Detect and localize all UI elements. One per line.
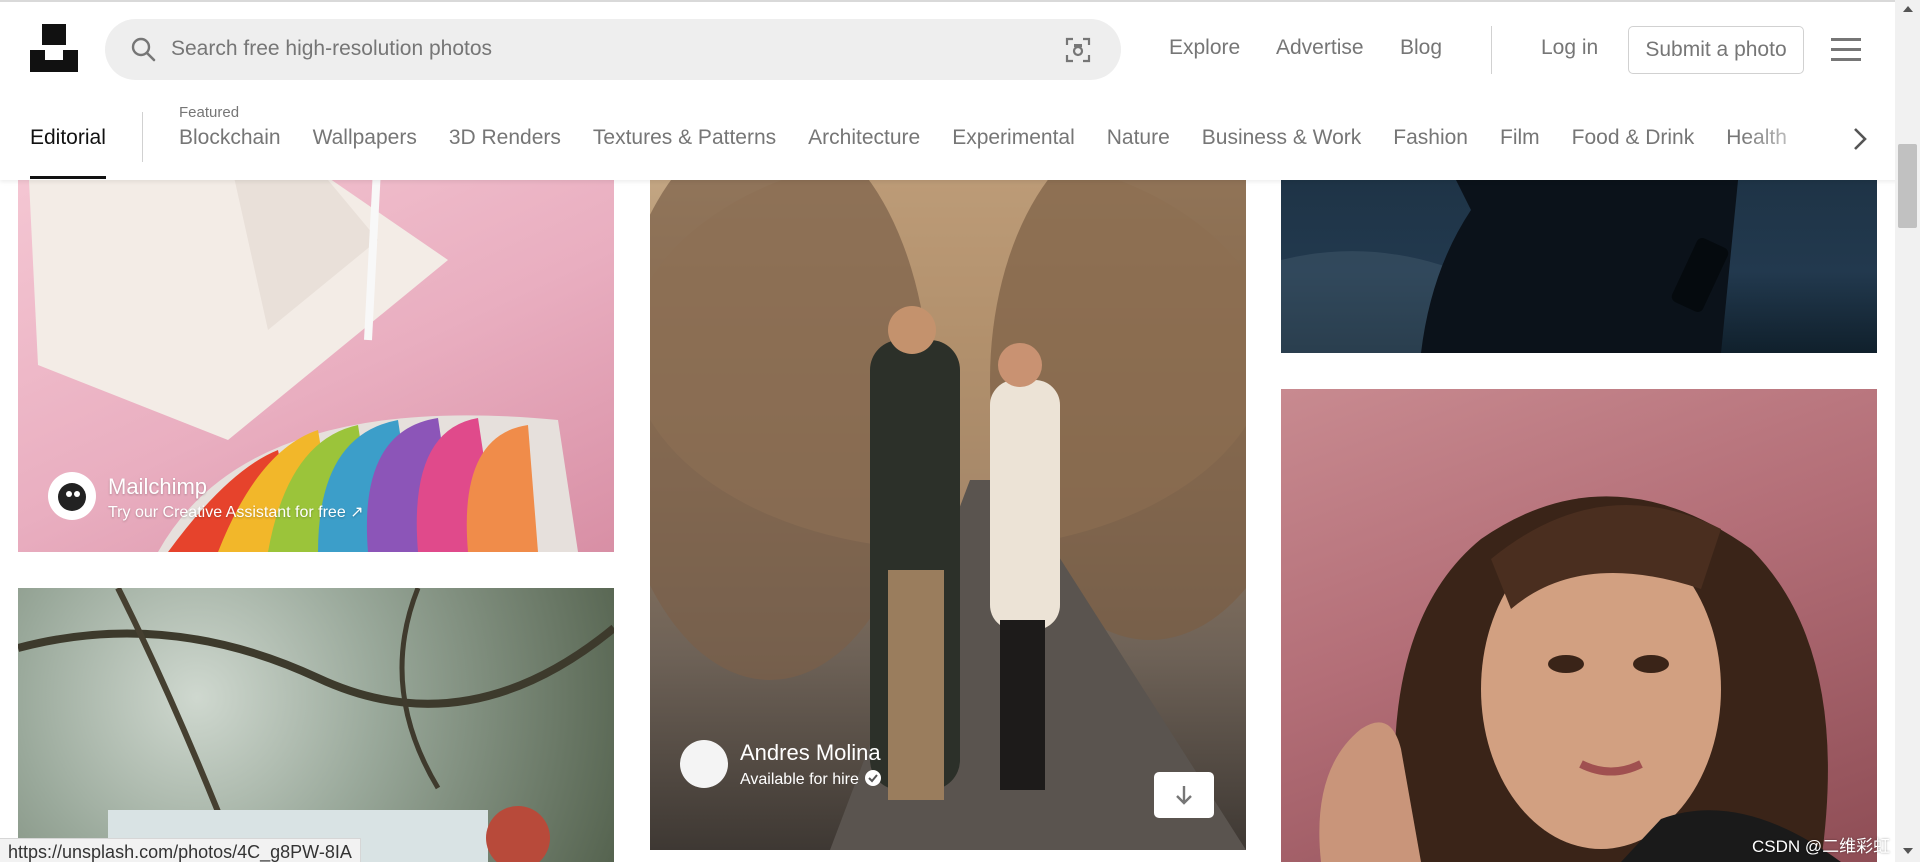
tab-food-drink[interactable]: Food & Drink <box>1572 126 1695 150</box>
tab-architecture[interactable]: Architecture <box>808 126 920 150</box>
menu-icon[interactable] <box>1831 38 1861 62</box>
search-bar[interactable] <box>105 19 1121 80</box>
tabs-fade-overlay <box>1740 112 1850 162</box>
photo-portrait[interactable] <box>1281 389 1877 862</box>
tab-fashion[interactable]: Fashion <box>1393 126 1468 150</box>
sponsor-name: Mailchimp <box>108 474 208 499</box>
mailchimp-avatar <box>48 472 96 520</box>
tab-nature[interactable]: Nature <box>1107 126 1170 150</box>
tab-experimental[interactable]: Experimental <box>952 126 1075 150</box>
hire-status-text: Available for hire <box>740 771 859 788</box>
visual-search-icon[interactable] <box>1065 37 1091 63</box>
tab-film[interactable]: Film <box>1500 126 1540 150</box>
featured-label: Featured <box>179 104 240 121</box>
photo-couple[interactable]: Andres Molina Available for hire <box>650 150 1246 850</box>
verified-check-icon <box>864 770 881 786</box>
category-tabs: Blockchain Wallpapers 3D Renders Textures &… <box>179 126 1829 158</box>
nav-explore[interactable]: Explore <box>1169 36 1240 60</box>
photo-tree-book[interactable] <box>18 588 614 862</box>
download-icon <box>1176 786 1192 805</box>
nav-blog[interactable]: Blog <box>1400 36 1442 60</box>
author-name: Andres Molina <box>740 740 881 765</box>
scroll-thumb[interactable] <box>1898 144 1917 228</box>
status-url-preview: https://unsplash.com/photos/4C_g8PW-8IA <box>0 838 361 862</box>
tab-wallpapers[interactable]: Wallpapers <box>313 126 417 150</box>
search-input[interactable] <box>171 29 1031 69</box>
unsplash-logo[interactable] <box>30 24 78 72</box>
page-scrollbar[interactable] <box>1895 0 1920 862</box>
csdn-watermark: CSDN @二维彩虹 <box>1752 837 1891 856</box>
active-tab-indicator <box>30 176 106 179</box>
author-avatar <box>680 740 728 788</box>
tab-editorial[interactable]: Editorial <box>30 126 106 150</box>
sponsor-subtitle[interactable]: Try our Creative Assistant for free ↗ <box>108 502 364 522</box>
download-button[interactable] <box>1154 772 1214 818</box>
nav-divider <box>1491 26 1492 74</box>
hire-status: Available for hire <box>740 770 881 789</box>
tab-3d-renders[interactable]: 3D Renders <box>449 126 561 150</box>
tab-divider <box>142 112 143 162</box>
tab-blockchain[interactable]: Blockchain <box>179 126 281 150</box>
photo-art <box>1281 150 1741 353</box>
photo-art <box>18 588 614 862</box>
scroll-down-arrow[interactable] <box>1903 848 1913 854</box>
scroll-up-arrow[interactable] <box>1903 6 1913 12</box>
photo-color-swatches[interactable]: Mailchimp Try our Creative Assistant for… <box>18 150 614 552</box>
photo-art <box>1319 496 1841 862</box>
search-icon[interactable] <box>130 36 157 63</box>
tab-textures-patterns[interactable]: Textures & Patterns <box>593 126 776 150</box>
photo-night-phone[interactable] <box>1281 150 1877 353</box>
top-header: Explore Advertise Blog Log in Submit a p… <box>0 0 1920 180</box>
submit-photo-button[interactable]: Submit a photo <box>1628 26 1804 74</box>
chevron-right-icon[interactable] <box>1848 124 1872 154</box>
nav-advertise[interactable]: Advertise <box>1276 36 1364 60</box>
tab-business-work[interactable]: Business & Work <box>1202 126 1362 150</box>
window-top-edge <box>0 0 1920 2</box>
login-link[interactable]: Log in <box>1541 36 1598 60</box>
unsplash-page: Mailchimp Try our Creative Assistant for… <box>0 0 1920 862</box>
